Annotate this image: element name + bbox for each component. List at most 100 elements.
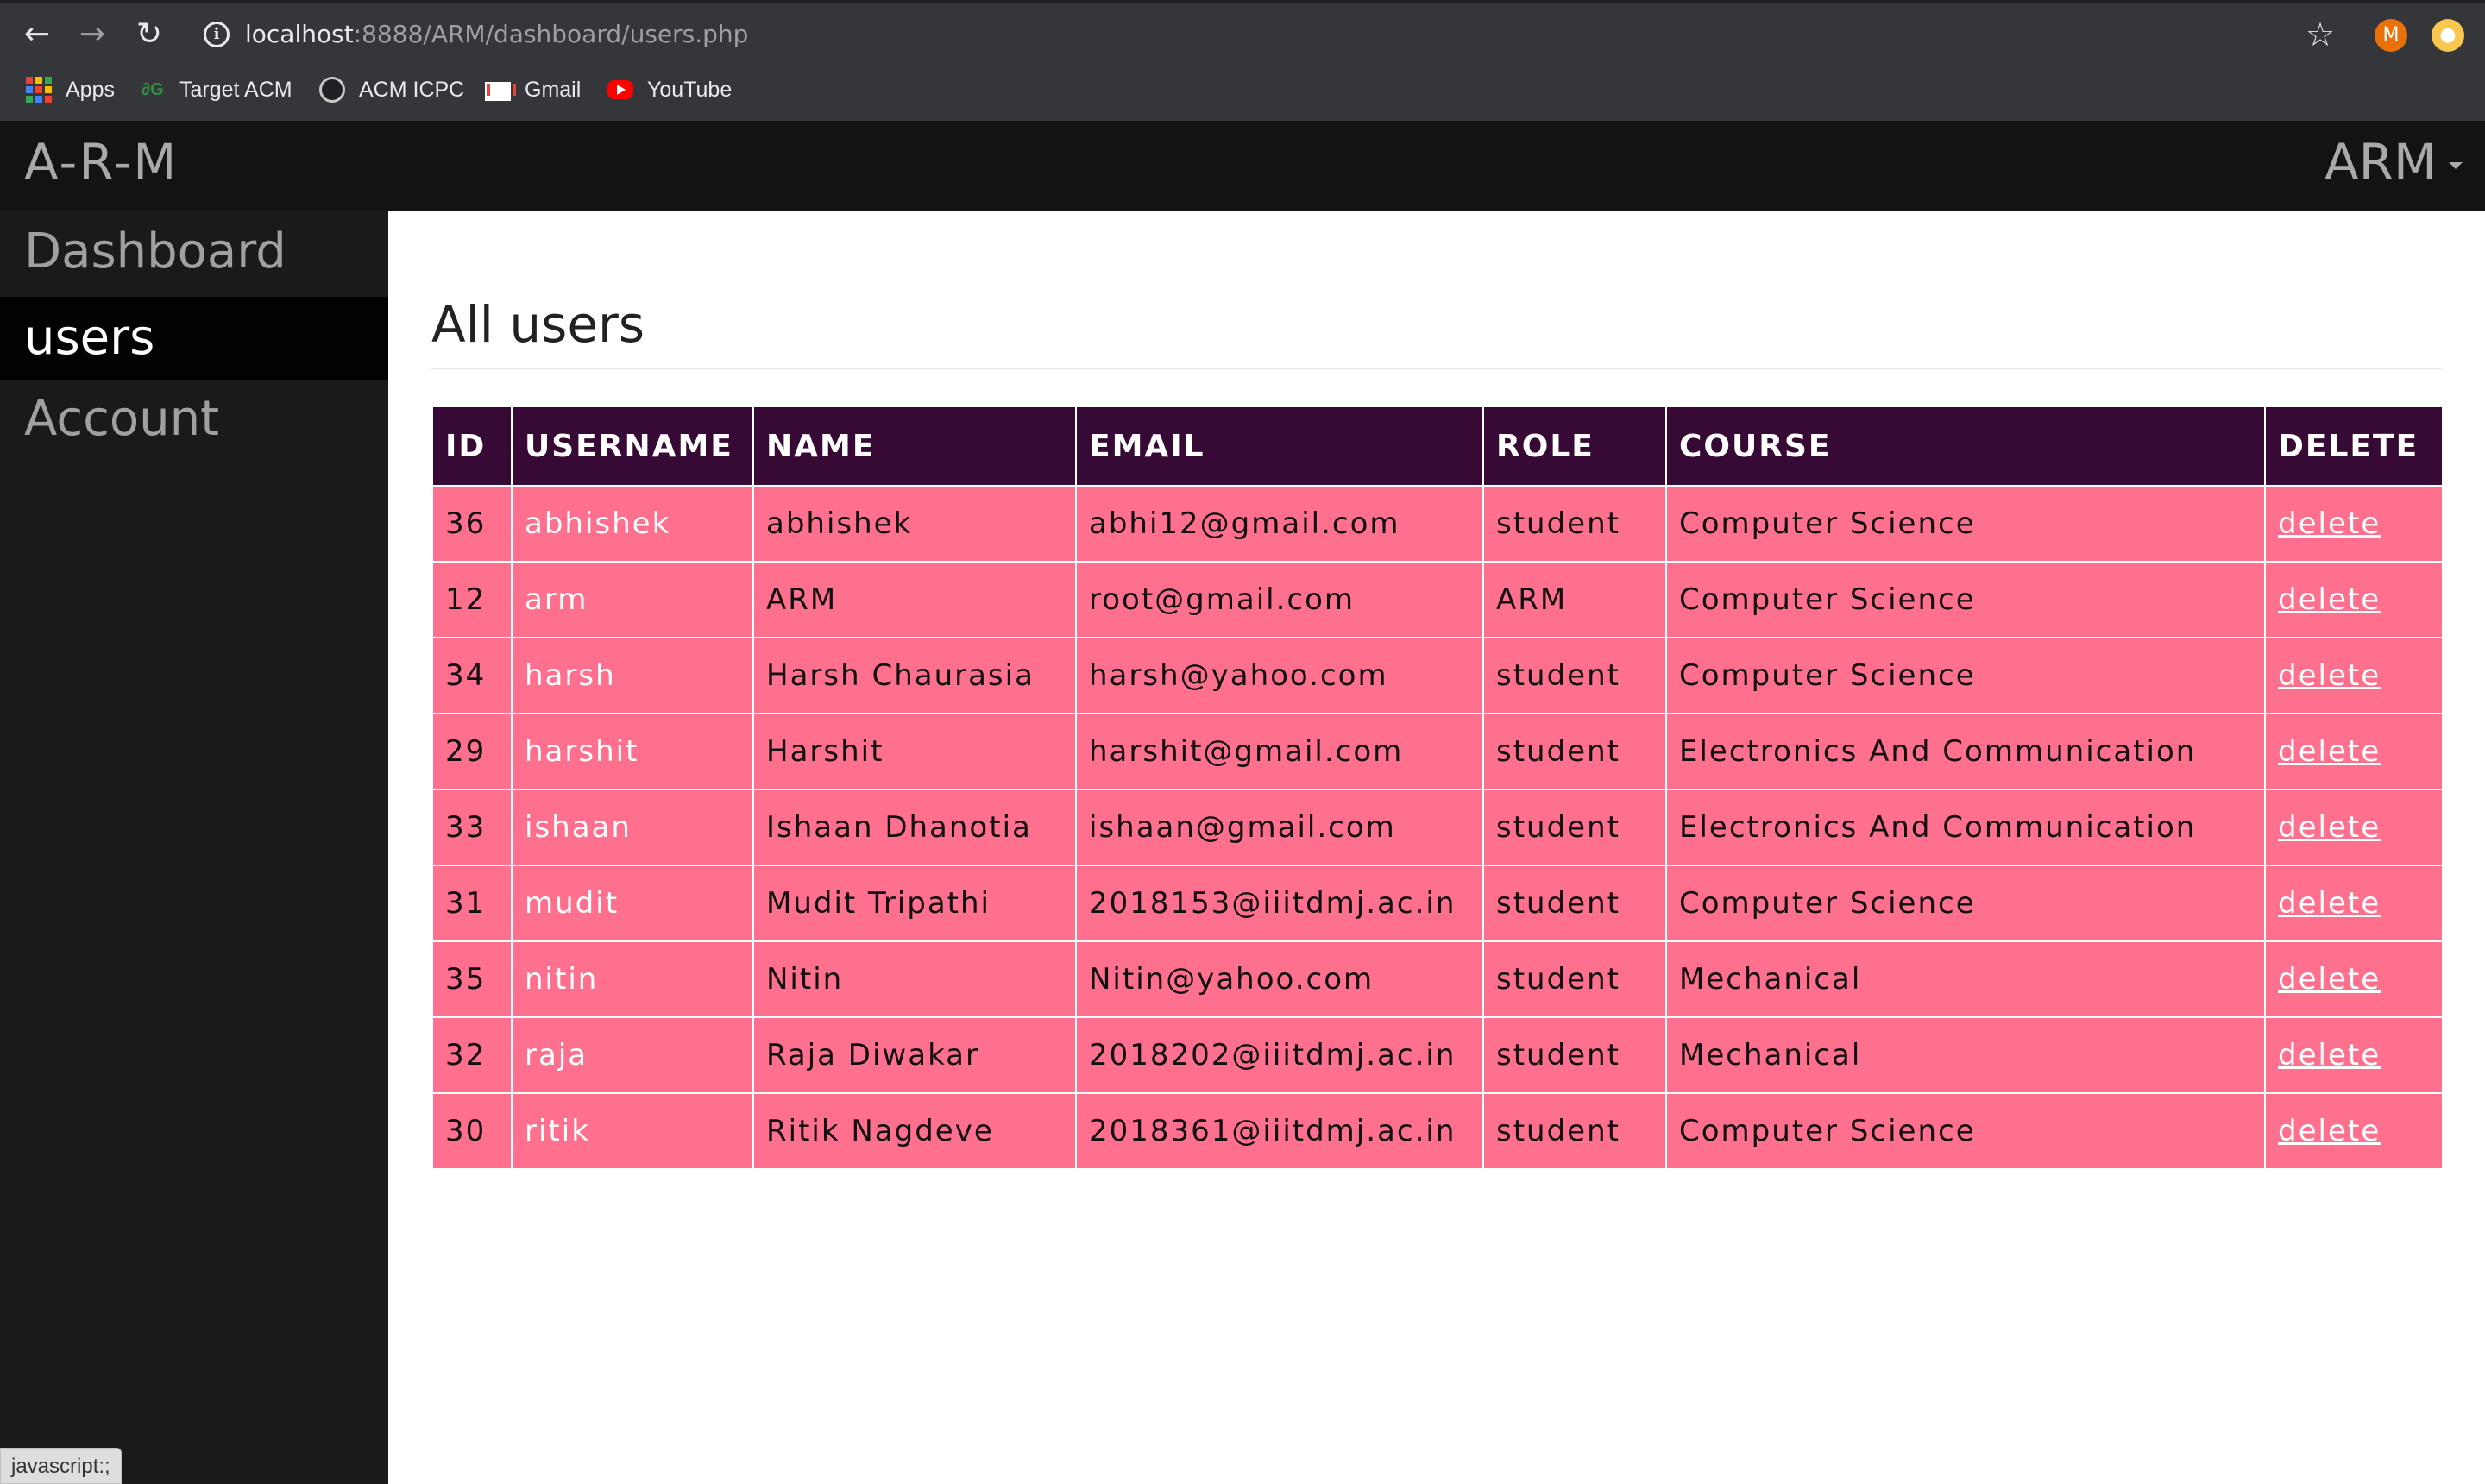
cell-role: student — [1482, 789, 1667, 866]
users-table: ID USERNAME NAME EMAIL ROLE COURSE DELET… — [431, 406, 2444, 1170]
cell-course: Mechanical — [1665, 1016, 2266, 1094]
cell-username: abhishek — [511, 485, 754, 563]
cell-id: 32 — [431, 1016, 513, 1094]
geeksforgeeks-icon: ∂G — [142, 80, 164, 99]
site-info-icon[interactable]: i — [204, 22, 230, 47]
bookmark-youtube[interactable]: YouTube — [607, 74, 732, 105]
delete-link[interactable]: delete — [2264, 1016, 2444, 1094]
back-arrow-icon[interactable]: ← — [16, 16, 59, 53]
tab-strip-edge — [0, 0, 2485, 3]
cell-username: mudit — [511, 865, 754, 942]
delete-link[interactable]: delete — [2264, 865, 2444, 942]
cell-email: harshit@gmail.com — [1075, 713, 1484, 790]
bookmark-target-acm[interactable]: ∂G Target ACM — [140, 74, 293, 105]
sidebar-item-account[interactable]: Account — [0, 378, 388, 461]
cell-role: student — [1482, 940, 1667, 1018]
cell-role: student — [1482, 637, 1667, 714]
title-divider — [431, 368, 2442, 369]
cell-role: student — [1482, 1016, 1667, 1094]
cell-id: 36 — [431, 485, 513, 563]
reload-icon[interactable]: ↻ — [128, 16, 171, 53]
bookmark-label: ACM ICPC — [359, 77, 465, 102]
apps-grid-icon — [26, 77, 52, 103]
table-row: 33 ishaan Ishaan Dhanotia ishaan@gmail.com s… — [431, 789, 2444, 866]
user-menu-label: ARM — [2324, 133, 2437, 192]
column-header-username: USERNAME — [511, 406, 754, 487]
bookmark-label: Target ACM — [179, 77, 293, 102]
profile-avatar[interactable]: M — [2375, 19, 2407, 52]
url-host: localhost — [245, 20, 354, 48]
delete-link[interactable]: delete — [2264, 789, 2444, 866]
delete-link[interactable]: delete — [2264, 713, 2444, 790]
delete-link[interactable]: delete — [2264, 561, 2444, 638]
bookmark-label: Gmail — [525, 77, 582, 102]
table-row: 34 harsh Harsh Chaurasia harsh@yahoo.com stu… — [431, 637, 2444, 714]
cell-name: Harsh Chaurasia — [752, 637, 1077, 714]
cell-email: 2018361@iiitdmj.ac.in — [1075, 1092, 1484, 1170]
cell-role: student — [1482, 485, 1667, 563]
cell-username: harsh — [511, 637, 754, 714]
cell-id: 30 — [431, 1092, 513, 1170]
extension-icon[interactable]: ● — [2432, 19, 2464, 52]
column-header-name: NAME — [752, 406, 1077, 487]
cell-course: Electronics And Communication — [1665, 789, 2266, 866]
bookmark-gmail[interactable]: Gmail — [485, 74, 581, 105]
column-header-role: ROLE — [1482, 406, 1667, 487]
users-table-body: 36 abhishek abhishek abhi12@gmail.com studen… — [431, 485, 2444, 1170]
cell-name: ARM — [752, 561, 1077, 638]
cell-email: abhi12@gmail.com — [1075, 485, 1484, 563]
cell-id: 35 — [431, 940, 513, 1018]
cell-role: student — [1482, 713, 1667, 790]
sidebar-item-users[interactable]: users — [0, 297, 388, 380]
cell-email: Nitin@yahoo.com — [1075, 940, 1484, 1018]
cell-name: abhishek — [752, 485, 1077, 563]
table-header-row: ID USERNAME NAME EMAIL ROLE COURSE DELET… — [431, 406, 2444, 487]
cell-username: raja — [511, 1016, 754, 1094]
table-row: 36 abhishek abhishek abhi12@gmail.com studen… — [431, 485, 2444, 563]
forward-arrow-icon[interactable]: → — [71, 16, 114, 53]
cell-email: 2018153@iiitdmj.ac.in — [1075, 865, 1484, 942]
delete-link[interactable]: delete — [2264, 940, 2444, 1018]
sidebar-item-dashboard[interactable]: Dashboard — [0, 211, 388, 293]
bookmark-apps[interactable]: Apps — [26, 74, 115, 105]
cell-role: student — [1482, 865, 1667, 942]
cell-username: arm — [511, 561, 754, 638]
table-row: 30 ritik Ritik Nagdeve 2018361@iiitdmj.ac.i… — [431, 1092, 2444, 1170]
bookmark-acm-icpc[interactable]: ACM ICPC — [319, 74, 464, 105]
table-row: 35 nitin Nitin Nitin@yahoo.com student Mechan… — [431, 940, 2444, 1018]
column-header-email: EMAIL — [1075, 406, 1484, 487]
main-content: All users ID USERNAME NAME EMAIL ROLE CO… — [388, 211, 2485, 1484]
cell-id: 33 — [431, 789, 513, 866]
cell-username: nitin — [511, 940, 754, 1018]
user-menu-dropdown[interactable]: ARM — [2325, 133, 2463, 192]
cell-course: Electronics And Communication — [1665, 713, 2266, 790]
url-text[interactable]: localhost:8888/ARM/dashboard/users.php — [245, 19, 748, 50]
cell-name: Nitin — [752, 940, 1077, 1018]
cell-id: 31 — [431, 865, 513, 942]
cell-course: Computer Science — [1665, 561, 2266, 638]
column-header-id: ID — [431, 406, 513, 487]
brand-logo[interactable]: A-R-M — [24, 133, 178, 192]
cell-role: ARM — [1482, 561, 1667, 638]
delete-link[interactable]: delete — [2264, 485, 2444, 563]
cell-email: harsh@yahoo.com — [1075, 637, 1484, 714]
bookmark-label: YouTube — [647, 77, 733, 102]
app-header: A-R-M ARM — [0, 121, 2485, 211]
cell-name: Raja Diwakar — [752, 1016, 1077, 1094]
delete-link[interactable]: delete — [2264, 1092, 2444, 1170]
delete-link[interactable]: delete — [2264, 637, 2444, 714]
cell-id: 34 — [431, 637, 513, 714]
cell-email: root@gmail.com — [1075, 561, 1484, 638]
column-header-course: COURSE — [1665, 406, 2266, 487]
cell-name: Ishaan Dhanotia — [752, 789, 1077, 866]
table-row: 31 mudit Mudit Tripathi 2018153@iiitdmj.ac.… — [431, 865, 2444, 942]
cell-id: 12 — [431, 561, 513, 638]
status-url-tooltip: javascript:; — [0, 1448, 122, 1484]
bookmark-label: Apps — [66, 77, 115, 102]
cell-course: Computer Science — [1665, 865, 2266, 942]
address-bar[interactable]: i localhost:8888/ARM/dashboard/users.php — [193, 10, 2333, 59]
bookmark-star-icon[interactable]: ☆ — [2306, 16, 2335, 53]
cell-course: Computer Science — [1665, 637, 2266, 714]
cell-name: Mudit Tripathi — [752, 865, 1077, 942]
cell-course: Mechanical — [1665, 940, 2266, 1018]
